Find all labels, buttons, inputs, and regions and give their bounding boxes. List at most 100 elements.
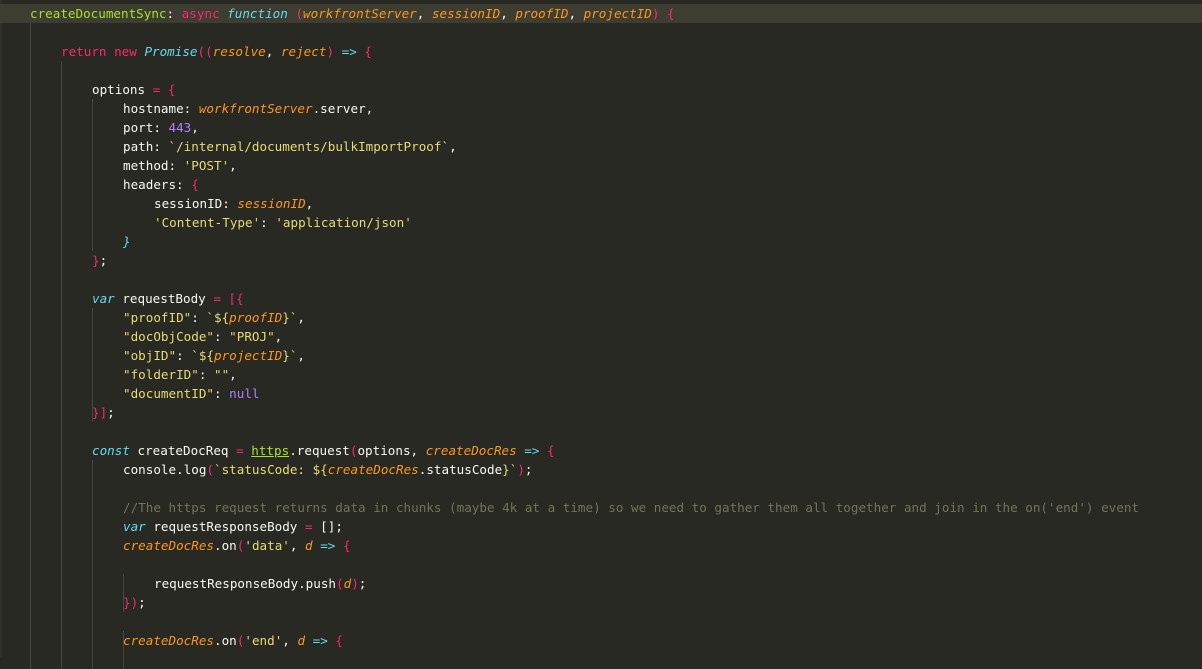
code-line[interactable]: console.log(`statusCode: ${createDocRes.… <box>0 460 1202 479</box>
code-token: , <box>410 443 426 458</box>
code-token: { <box>356 44 372 59</box>
code-line[interactable]: path: `/internal/documents/bulkImportPro… <box>0 137 1202 156</box>
code-line[interactable] <box>0 23 1202 42</box>
code-token: createDocRes <box>123 538 214 553</box>
code-token: var <box>123 519 146 534</box>
code-token: "folderID" <box>123 367 199 382</box>
code-line[interactable]: hostname: workfrontServer.server, <box>0 99 1202 118</box>
code-token: headers <box>123 177 177 192</box>
code-token: 'application/json' <box>275 215 412 230</box>
code-line[interactable]: createDocRes.on('end', d => { <box>0 631 1202 650</box>
code-token: ) <box>517 462 525 477</box>
code-token: , <box>229 158 237 173</box>
code-token: requestResponseBody <box>145 519 305 534</box>
code-line[interactable]: }); <box>0 593 1202 612</box>
code-token: => <box>320 538 336 553</box>
code-token: createDocumentSync <box>30 6 167 21</box>
code-token: workfrontServer <box>303 6 417 21</box>
code-line[interactable]: var requestBody = [{ <box>0 289 1202 308</box>
code-line[interactable] <box>0 270 1202 289</box>
code-line[interactable]: "objID": `${projectID}`, <box>0 346 1202 365</box>
code-line[interactable]: "folderID": "", <box>0 365 1202 384</box>
code-token: 'POST' <box>183 158 230 173</box>
code-token: : <box>222 196 238 211</box>
code-token: : <box>214 329 230 344</box>
code-editor[interactable]: createDocumentSync: async function (work… <box>0 0 1202 669</box>
code-line[interactable] <box>0 479 1202 498</box>
code-line[interactable]: }]; <box>0 403 1202 422</box>
code-line[interactable]: var requestResponseBody = []; <box>0 517 1202 536</box>
code-line[interactable] <box>0 422 1202 441</box>
code-token: = <box>145 82 168 97</box>
code-line[interactable]: createDocRes.on('data', d => { <box>0 536 1202 555</box>
code-token: , <box>282 633 298 648</box>
code-line[interactable]: createDocumentSync: async function (work… <box>0 4 1202 23</box>
code-token: "documentID" <box>123 386 214 401</box>
code-token: .statusCode <box>418 462 503 477</box>
code-token: (( <box>197 44 213 59</box>
code-line[interactable] <box>0 61 1202 80</box>
code-line[interactable]: }; <box>0 251 1202 270</box>
code-token: "proofID" <box>123 310 192 325</box>
code-token: options <box>92 82 146 97</box>
code-token: }` <box>282 310 298 325</box>
code-token: .server, <box>312 101 374 116</box>
code-line[interactable]: method: 'POST', <box>0 156 1202 175</box>
code-line[interactable]: } <box>0 232 1202 251</box>
code-token: function <box>227 6 288 21</box>
code-line[interactable]: //The https request returns data in chun… <box>0 498 1202 517</box>
code-token: : <box>166 6 182 21</box>
code-token: "" <box>214 367 230 382</box>
code-line[interactable]: headers: { <box>0 175 1202 194</box>
code-token: new <box>114 44 137 59</box>
code-token: , <box>449 139 457 154</box>
code-token: projectID <box>214 348 283 363</box>
code-token: [{ <box>220 291 244 306</box>
code-line[interactable]: options = { <box>0 80 1202 99</box>
code-token: 443 <box>168 120 192 135</box>
code-token: var <box>92 291 115 306</box>
code-token: ; <box>524 462 533 477</box>
code-token: : <box>153 139 169 154</box>
code-token: 'Content-Type' <box>154 215 261 230</box>
code-token: ; <box>358 576 367 591</box>
code-token: = <box>236 443 244 458</box>
code-token: null <box>229 386 260 401</box>
code-token: , <box>274 329 283 344</box>
code-token: : <box>198 367 214 382</box>
code-token: projectID <box>583 6 652 21</box>
code-token: log <box>183 462 207 477</box>
code-line[interactable]: port: 443, <box>0 118 1202 137</box>
code-line[interactable]: "docObjCode": "PROJ", <box>0 327 1202 346</box>
code-line[interactable]: return new Promise((resolve, reject) => … <box>0 42 1202 61</box>
code-token: "objID" <box>123 348 177 363</box>
code-token: , <box>297 310 306 325</box>
code-token: { <box>335 538 351 553</box>
code-token: }] <box>92 405 108 420</box>
code-token: d <box>297 633 306 648</box>
code-line[interactable] <box>0 612 1202 631</box>
code-token: => <box>312 633 328 648</box>
code-line[interactable]: requestResponseBody.push(d); <box>0 574 1202 593</box>
code-line[interactable] <box>0 555 1202 574</box>
code-token: , <box>265 44 281 59</box>
code-line[interactable]: "documentID": null <box>0 384 1202 403</box>
code-token: = <box>304 519 313 534</box>
code-token: ; <box>107 405 115 420</box>
code-token: , <box>416 6 432 21</box>
code-line[interactable]: const createDocReq = https.request(optio… <box>0 441 1202 460</box>
code-token: requestResponseBody <box>154 576 299 591</box>
code-token: on <box>221 633 237 648</box>
code-token: Promise <box>144 44 198 59</box>
code-token: 'data' <box>244 538 290 553</box>
code-line[interactable]: sessionID: sessionID, <box>0 194 1202 213</box>
code-line[interactable]: "proofID": `${proofID}`, <box>0 308 1202 327</box>
code-token: ) { <box>651 6 675 21</box>
code-token: `${ <box>206 310 230 325</box>
code-line[interactable]: 'Content-Type': 'application/json' <box>0 213 1202 232</box>
code-token: : <box>260 215 276 230</box>
code-token: , <box>229 367 237 382</box>
code-token: : <box>191 310 207 325</box>
